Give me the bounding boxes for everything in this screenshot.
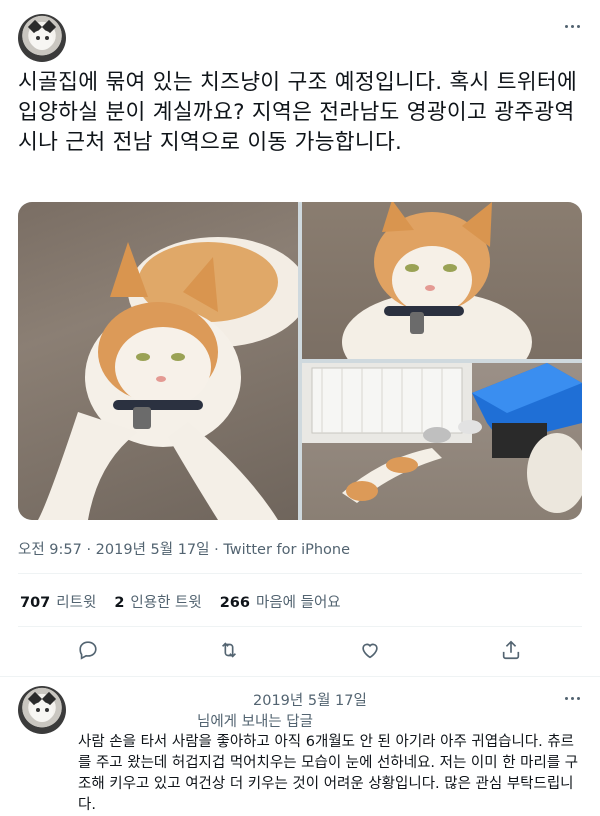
divider [0, 676, 600, 677]
photo-cat-yard[interactable] [302, 363, 582, 520]
reply-avatar[interactable] [18, 686, 66, 734]
tweet-meta: 오전 9:57 · 2019년 5월 17일 · Twitter for iPh… [18, 538, 350, 559]
share-icon[interactable] [498, 637, 524, 663]
tweet-text: 시골집에 묶여 있는 치즈냥이 구조 예정입니다. 혹시 트위터에 입양하실 분… [18, 70, 578, 155]
retweets-stat[interactable]: 707 리트윗 [20, 591, 96, 612]
like-icon[interactable] [357, 637, 383, 663]
retweets-count: 707 [20, 595, 51, 611]
likes-count: 266 [219, 595, 250, 611]
quotes-stat[interactable]: 2 인용한 트윗 [114, 591, 201, 612]
avatar[interactable] [18, 14, 66, 62]
likes-label: 마음에 들어요 [256, 595, 341, 611]
retweets-label: 리트윗 [56, 595, 97, 611]
reply-date[interactable]: 2019년 5월 17일 [253, 689, 367, 710]
reply-text: 사람 손을 타서 사람을 좋아하고 아직 6개월도 안 된 아기라 아주 귀엽습… [78, 734, 579, 813]
replying-to: 님에게 보내는 답글 [197, 714, 313, 730]
divider [18, 626, 582, 627]
photo-cat-face[interactable] [302, 202, 582, 359]
tweet-media[interactable] [18, 202, 582, 520]
quotes-label: 인용한 트윗 [130, 595, 202, 611]
tweet-source[interactable]: Twitter for iPhone [223, 542, 350, 558]
stats-row: 707 리트윗 2 인용한 트윗 266 마음에 들어요 [20, 591, 341, 612]
reply-icon[interactable] [75, 637, 101, 663]
photo-cat-lying[interactable] [18, 202, 298, 520]
tweet-timestamp[interactable]: 오전 9:57 · 2019년 5월 17일 · [18, 542, 223, 558]
divider [18, 573, 582, 574]
retweet-icon[interactable] [216, 637, 242, 663]
quotes-count: 2 [114, 595, 125, 611]
more-icon[interactable] [560, 686, 584, 710]
more-icon[interactable] [560, 14, 584, 38]
likes-stat[interactable]: 266 마음에 들어요 [220, 591, 341, 612]
